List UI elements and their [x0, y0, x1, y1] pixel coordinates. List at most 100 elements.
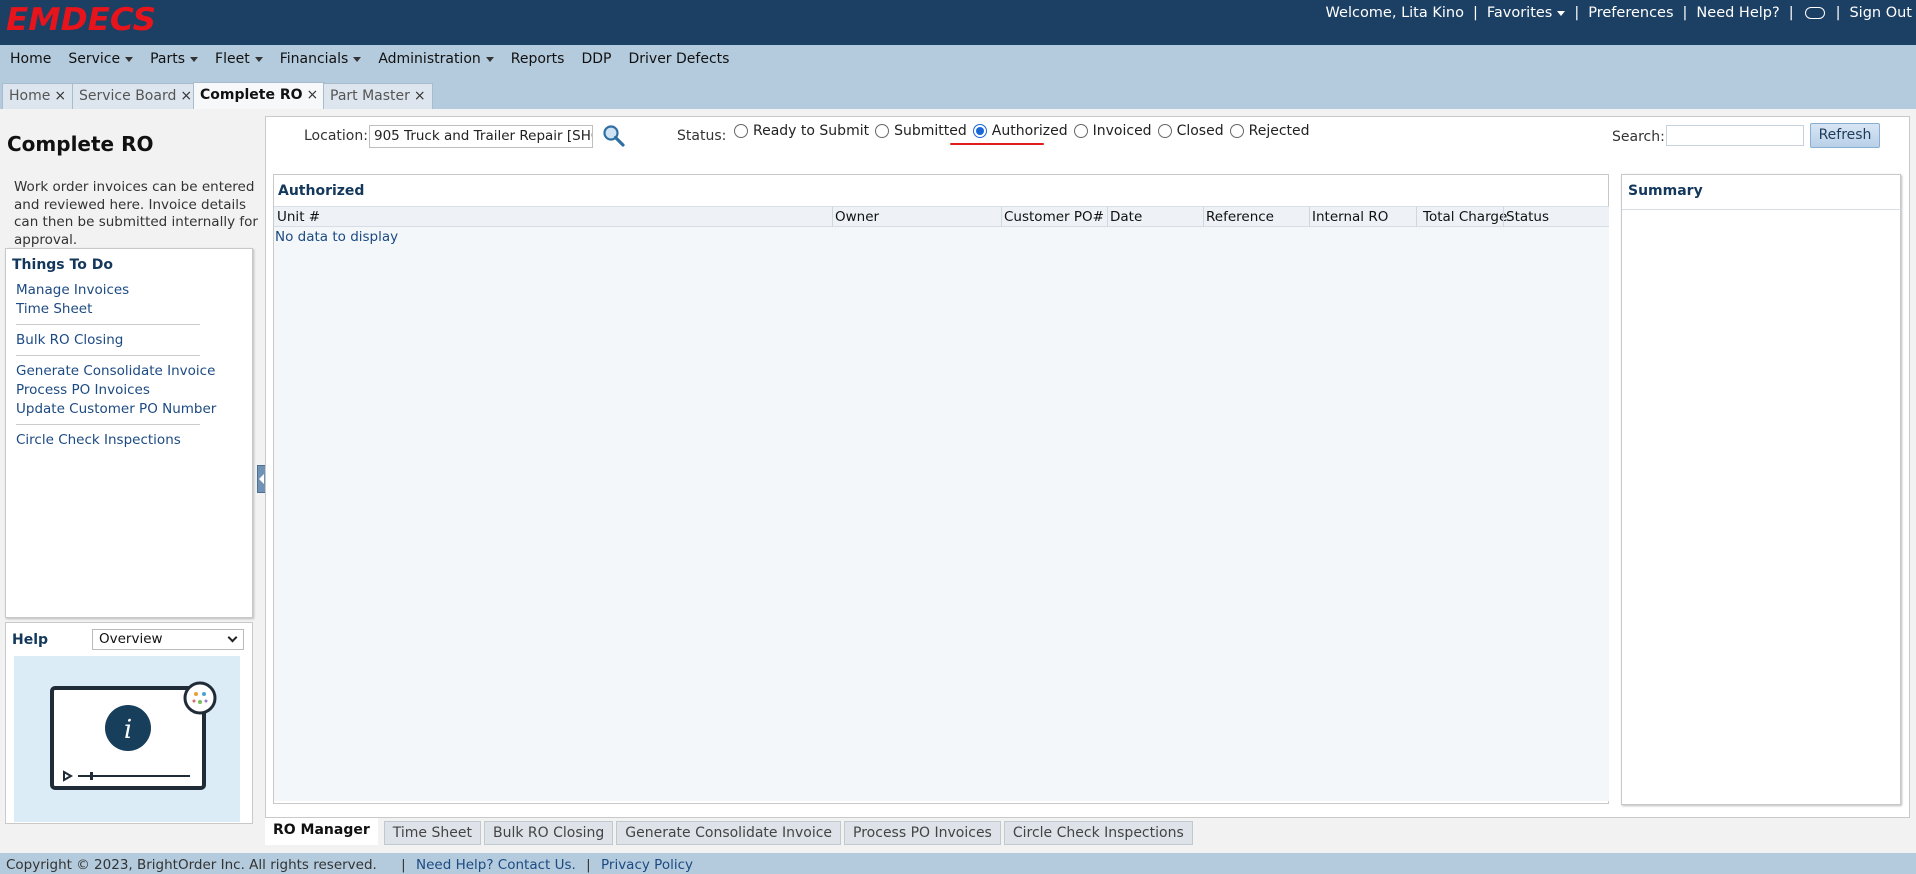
svg-text:i: i — [124, 715, 132, 745]
menu-reports[interactable]: Reports — [511, 51, 565, 67]
close-icon[interactable]: × — [180, 88, 192, 104]
bottom-tab-circle-check-inspections[interactable]: Circle Check Inspections — [1003, 821, 1193, 845]
refresh-button[interactable]: Refresh — [1810, 123, 1880, 148]
todo-circle-check-inspections[interactable]: Circle Check Inspections — [16, 432, 181, 448]
radio-button[interactable] — [875, 124, 890, 138]
divider — [16, 324, 200, 325]
column-header-internal-ro[interactable]: Internal RO — [1310, 209, 1388, 227]
close-icon[interactable]: × — [307, 87, 319, 103]
grid-title: Authorized — [278, 183, 365, 199]
search-icon[interactable] — [602, 124, 626, 148]
menu-label: Reports — [510, 51, 565, 67]
menu-label: DDP — [581, 51, 612, 67]
help-video-thumbnail[interactable]: i — [14, 656, 240, 822]
radio-button[interactable] — [1073, 124, 1088, 138]
menu-service[interactable]: Service — [68, 51, 134, 67]
sign-out-link[interactable]: Sign Out — [1849, 5, 1912, 21]
page-title: Complete RO — [7, 132, 154, 156]
menu-administration[interactable]: Administration — [378, 51, 494, 67]
page-description: Work order invoices can be entered and r… — [14, 179, 258, 248]
page-tabs: Home × Service Board × Complete RO × Part M… — [0, 73, 1916, 109]
column-header-total-charge[interactable]: Total Charge — [1421, 209, 1507, 227]
column-header-date[interactable]: Date — [1108, 209, 1142, 227]
column-header-unit[interactable]: Unit # — [275, 209, 320, 227]
menu-fleet[interactable]: Fleet — [215, 51, 263, 67]
bottom-tab-bar: RO Manager Time Sheet Bulk RO Closing Ge… — [265, 818, 1196, 845]
todo-generate-consolidate-invoice[interactable]: Generate Consolidate Invoice — [16, 363, 215, 379]
todo-manage-invoices[interactable]: Manage Invoices — [16, 282, 129, 298]
chevron-down-icon — [254, 56, 263, 62]
todo-bulk-ro-closing[interactable]: Bulk RO Closing — [16, 332, 123, 348]
column-header-status[interactable]: Status — [1504, 209, 1549, 227]
location-input[interactable]: 905 Truck and Trailer Repair [SHOP] — [369, 125, 593, 148]
menu-label: Financials — [279, 51, 349, 67]
radio-label: Invoiced — [1092, 123, 1152, 139]
column-header-owner[interactable]: Owner — [833, 209, 879, 227]
help-title: Help — [12, 632, 49, 648]
close-icon[interactable]: × — [414, 88, 426, 104]
bottom-tab-ro-manager[interactable]: RO Manager — [265, 818, 378, 845]
summary-title: Summary — [1628, 183, 1703, 199]
menu-home[interactable]: Home — [10, 51, 51, 67]
preferences-link[interactable]: Preferences — [1588, 5, 1673, 21]
top-links: Welcome, Lita Kino | Favorites | Prefere… — [1325, 5, 1912, 21]
tab-complete-ro[interactable]: Complete RO × — [193, 82, 326, 109]
menu-label: Fleet — [215, 51, 250, 67]
grid-header: Unit # Owner Customer PO# Date Reference… — [274, 207, 1609, 227]
privacy-policy-link[interactable]: Privacy Policy — [601, 857, 693, 873]
contact-us-link[interactable]: Need Help? Contact Us. — [416, 857, 576, 873]
column-header-customer-po[interactable]: Customer PO# — [1002, 209, 1104, 227]
menu-financials[interactable]: Financials — [280, 51, 362, 67]
radio-label: Ready to Submit — [753, 123, 870, 139]
chevron-down-icon — [353, 56, 362, 62]
menu-parts[interactable]: Parts — [150, 51, 199, 67]
column-divider[interactable] — [1416, 207, 1417, 227]
divider — [1622, 209, 1901, 210]
emdecs-logo[interactable]: EMDECS — [6, 2, 156, 38]
tab-label: Part Master — [330, 88, 410, 104]
status-option-invoiced[interactable]: Invoiced — [1073, 123, 1152, 139]
search-input[interactable] — [1666, 125, 1804, 146]
status-option-closed[interactable]: Closed — [1157, 123, 1224, 139]
radio-button[interactable] — [734, 124, 748, 138]
status-option-authorized[interactable]: Authorized — [972, 123, 1068, 139]
status-option-ready-to-submit[interactable]: Ready to Submit — [734, 123, 869, 139]
chevron-down-icon — [227, 632, 238, 643]
bottom-tab-generate-consolidate-invoice[interactable]: Generate Consolidate Invoice — [616, 821, 842, 845]
radio-button-selected[interactable] — [972, 124, 987, 138]
bottom-tab-process-po-invoices[interactable]: Process PO Invoices — [844, 821, 1001, 845]
column-header-reference[interactable]: Reference — [1204, 209, 1274, 227]
chevron-down-icon — [125, 56, 134, 62]
menu-label: Service — [68, 51, 121, 67]
help-topic-select[interactable]: Overview — [92, 629, 244, 650]
radio-button[interactable] — [1229, 124, 1244, 138]
radio-label: Submitted — [894, 123, 967, 139]
menu-driver-defects[interactable]: Driver Defects — [628, 51, 729, 67]
main-panel: Location: 905 Truck and Trailer Repair [… — [265, 116, 1910, 818]
favorites-menu[interactable]: Favorites — [1487, 5, 1566, 21]
radio-label: Rejected — [1248, 123, 1310, 139]
footer: Copyright © 2023, BrightOrder Inc. All r… — [0, 853, 1916, 874]
need-help-link[interactable]: Need Help? — [1696, 5, 1779, 21]
tab-service-board[interactable]: Service Board × — [72, 83, 200, 109]
help-topic-value: Overview — [99, 631, 163, 647]
status-radio-group: Ready to Submit Submitted Authorized Inv… — [734, 123, 1316, 139]
chevron-down-icon — [1557, 10, 1566, 16]
close-icon[interactable]: × — [54, 88, 66, 104]
radio-button[interactable] — [1157, 124, 1172, 138]
tab-label: Home — [9, 88, 51, 104]
bottom-tab-bulk-ro-closing[interactable]: Bulk RO Closing — [483, 821, 614, 845]
tab-part-master[interactable]: Part Master × — [323, 83, 433, 109]
todo-time-sheet[interactable]: Time Sheet — [16, 301, 92, 317]
status-option-submitted[interactable]: Submitted — [875, 123, 967, 139]
divider — [16, 424, 200, 425]
chat-icon[interactable] — [1804, 7, 1825, 19]
menu-label: Parts — [150, 51, 186, 67]
tab-home[interactable]: Home × — [2, 83, 74, 109]
bottom-tab-time-sheet[interactable]: Time Sheet — [383, 821, 481, 845]
todo-process-po-invoices[interactable]: Process PO Invoices — [16, 382, 150, 398]
menu-label: Administration — [378, 51, 481, 67]
menu-ddp[interactable]: DDP — [581, 51, 611, 67]
todo-update-customer-po-number[interactable]: Update Customer PO Number — [16, 401, 216, 417]
status-option-rejected[interactable]: Rejected — [1229, 123, 1310, 139]
